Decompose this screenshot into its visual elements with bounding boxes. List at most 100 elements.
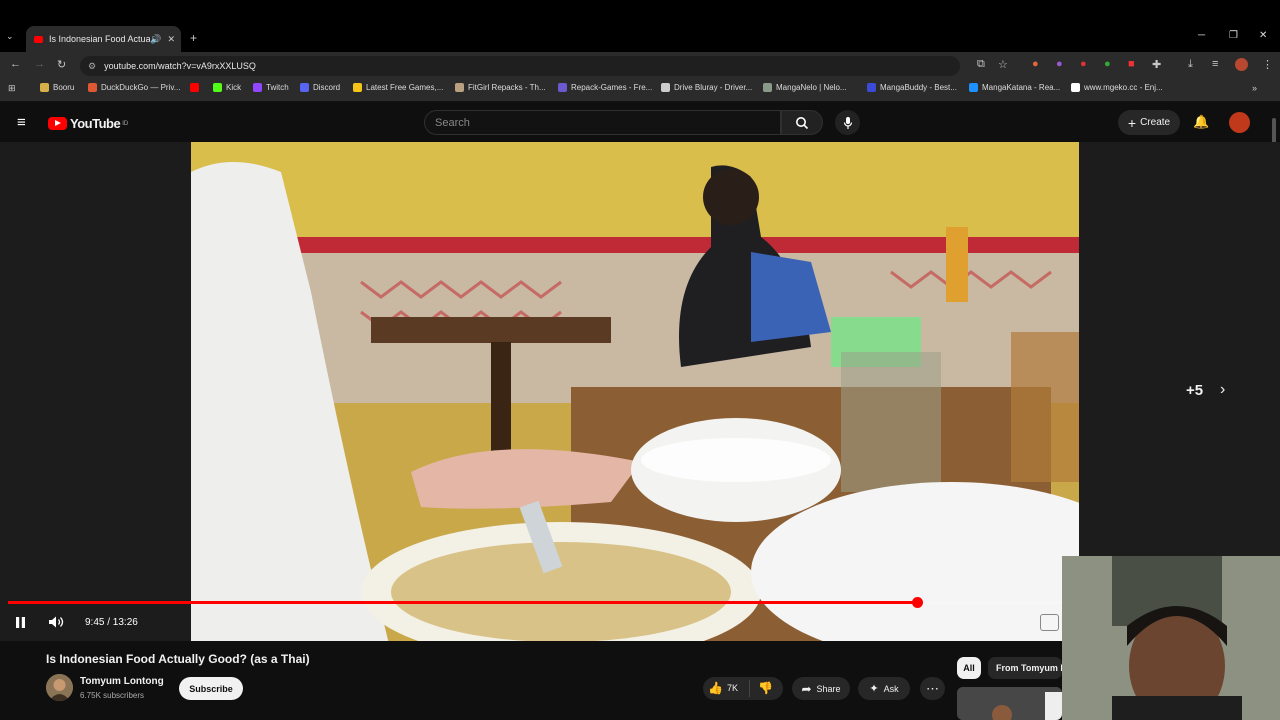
ask-button[interactable]: ✦ Ask: [858, 677, 910, 700]
progress-played[interactable]: [8, 601, 917, 604]
extension-icon[interactable]: ●: [1032, 58, 1039, 70]
chip-from-channel[interactable]: From Tomyum L: [988, 657, 1062, 679]
bookmark-item[interactable]: [190, 83, 203, 92]
bookmark-item[interactable]: MangaBuddy - Best...: [867, 83, 957, 92]
back-icon[interactable]: ←: [10, 58, 21, 70]
notifications-bell-icon[interactable]: 🔔: [1193, 114, 1209, 130]
browser-tab[interactable]: Is Indonesian Food Actually 🔊 ✕: [26, 26, 181, 52]
bookmark-favicon-icon: [969, 83, 978, 92]
dislike-button[interactable]: 👎: [758, 681, 773, 695]
bookmark-label: DuckDuckGo — Priv...: [101, 83, 181, 92]
bookmark-label: Latest Free Games,...: [366, 83, 444, 92]
bookmark-item[interactable]: FitGirl Repacks - Th...: [455, 83, 546, 92]
reload-icon[interactable]: ↻: [57, 58, 66, 71]
like-divider: [749, 680, 750, 697]
bookmark-star-icon[interactable]: ☆: [998, 58, 1008, 71]
voice-search-button[interactable]: [835, 110, 860, 135]
bookmark-item[interactable]: Discord: [300, 83, 340, 92]
bookmark-favicon-icon: [88, 83, 97, 92]
like-button[interactable]: 👍 7K: [708, 681, 738, 695]
pause-button[interactable]: [14, 616, 27, 634]
address-bar[interactable]: ⚙ youtube.com/watch?v=vA9rxXXLUSQ: [80, 56, 960, 76]
time-display: 9:45 / 13:26: [85, 617, 138, 628]
subscribe-button[interactable]: Subscribe: [179, 677, 243, 700]
youtube-play-logo-icon: [48, 117, 67, 130]
ask-label: Ask: [883, 683, 899, 694]
bookmark-item[interactable]: MangaNelo | Nelo...: [763, 83, 847, 92]
create-button[interactable]: + Create: [1118, 110, 1180, 135]
bookmark-label: FitGirl Repacks - Th...: [468, 83, 546, 92]
recommended-thumbnail[interactable]: [957, 687, 1062, 720]
country-code: ID: [122, 120, 129, 127]
profile-avatar-icon[interactable]: [1235, 58, 1248, 71]
bookmark-item[interactable]: Booru: [40, 83, 74, 92]
site-info-icon[interactable]: ⚙: [88, 61, 96, 72]
extensions-puzzle-icon[interactable]: ✚: [1152, 58, 1161, 71]
bookmark-favicon-icon: [558, 83, 567, 92]
share-label: Share: [816, 683, 841, 694]
search-button[interactable]: [781, 110, 823, 135]
tab-search-icon[interactable]: ⌄: [6, 31, 14, 42]
extension-icon[interactable]: ■: [1128, 58, 1135, 70]
apps-grid-icon[interactable]: ⊞: [8, 83, 16, 94]
video-frame[interactable]: [191, 142, 1079, 641]
hamburger-menu-icon[interactable]: ≡: [17, 114, 26, 131]
create-label: Create: [1140, 117, 1171, 128]
more-bookmarks-icon[interactable]: »: [1252, 83, 1257, 93]
tab-title: Is Indonesian Food Actually: [49, 34, 151, 44]
chip-all[interactable]: All: [957, 657, 981, 679]
video-frame-image: [191, 142, 1079, 641]
forward-icon[interactable]: →: [34, 58, 45, 70]
media-control-icon[interactable]: ≡: [1212, 58, 1218, 70]
new-tab-button[interactable]: +: [190, 31, 197, 45]
volume-button[interactable]: [48, 615, 64, 634]
bookmark-item[interactable]: Kick: [213, 83, 241, 92]
bookmark-favicon-icon: [763, 83, 772, 92]
end-screen-count[interactable]: +5: [1186, 382, 1203, 399]
restore-icon[interactable]: ❐: [1229, 30, 1238, 41]
extension-icon[interactable]: ●: [1056, 58, 1063, 70]
webcam-image: [1062, 556, 1280, 720]
bookmark-label: Booru: [53, 83, 75, 92]
bookmark-item[interactable]: Repack-Games - Fre...: [558, 83, 652, 92]
extension-icon[interactable]: ●: [1080, 58, 1087, 70]
bookmark-item[interactable]: Drive Bluray - Driver...: [661, 83, 752, 92]
channel-avatar[interactable]: [46, 674, 73, 701]
bookmark-item[interactable]: Latest Free Games,...: [353, 83, 443, 92]
channel-avatar-image: [46, 674, 73, 701]
youtube-logo[interactable]: YouTube ID: [48, 116, 128, 131]
bookmark-favicon-icon: [661, 83, 670, 92]
channel-name[interactable]: Tomyum Lontong: [80, 676, 164, 687]
bookmark-favicon-icon: [455, 83, 464, 92]
speaker-icon[interactable]: 🔊: [150, 34, 161, 45]
thumbs-down-icon: 👎: [758, 681, 773, 695]
youtube-favicon-icon: [34, 35, 43, 43]
bookmark-item[interactable]: www.mgeko.cc - Enj...: [1071, 83, 1163, 92]
bookmark-item[interactable]: MangaKatana - Rea...: [969, 83, 1060, 92]
bookmark-label: MangaBuddy - Best...: [880, 83, 957, 92]
youtube-wordmark: YouTube: [70, 116, 121, 131]
plus-icon: +: [1127, 114, 1137, 131]
download-icon[interactable]: ⤓: [1188, 58, 1193, 71]
search-input[interactable]: Search: [424, 110, 781, 135]
bookmark-favicon-icon: [213, 83, 222, 92]
webcam-overlay: [1062, 556, 1280, 720]
miniplayer-icon[interactable]: [1040, 614, 1059, 631]
share-button[interactable]: ➦ Share: [792, 677, 850, 700]
tab-close-icon[interactable]: ✕: [167, 34, 175, 45]
bookmark-favicon-icon: [253, 83, 262, 92]
account-avatar[interactable]: [1229, 112, 1250, 133]
bookmark-item[interactable]: DuckDuckGo — Priv...: [88, 83, 180, 92]
progress-scrubber[interactable]: [912, 597, 923, 608]
bookmark-label: Drive Bluray - Driver...: [674, 83, 753, 92]
minimize-icon[interactable]: ─: [1198, 30, 1205, 41]
close-window-icon[interactable]: ✕: [1259, 30, 1267, 41]
more-actions-button[interactable]: ⋯: [920, 677, 945, 700]
extension-icon[interactable]: ●: [1104, 58, 1111, 70]
microphone-icon: [843, 116, 852, 129]
bookmark-item[interactable]: Twitch: [253, 83, 289, 92]
install-icon[interactable]: ⧉: [977, 58, 985, 71]
bookmark-label: Kick: [226, 83, 242, 92]
chevron-right-icon[interactable]: ›: [1220, 381, 1225, 399]
menu-kebab-icon[interactable]: ⋮: [1262, 58, 1273, 71]
